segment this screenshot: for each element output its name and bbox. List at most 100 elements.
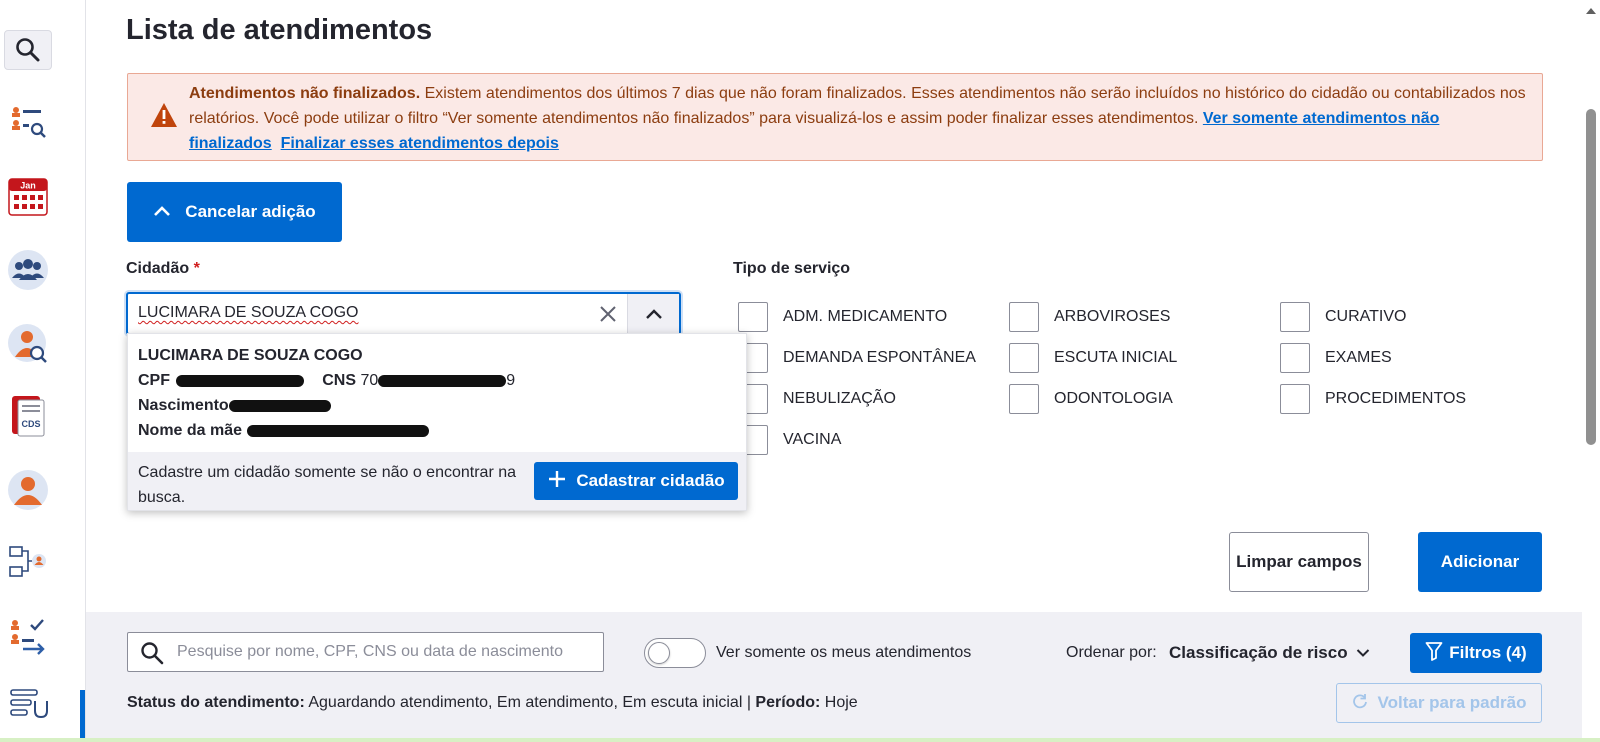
citizen-label: Cidadão *: [126, 260, 200, 278]
person-icon[interactable]: [6, 468, 50, 512]
toggle-knob: [648, 642, 670, 664]
service-checkbox[interactable]: ODONTOLOGIA: [1009, 384, 1173, 414]
stethoscope-list-icon[interactable]: [6, 684, 50, 728]
service-checkbox[interactable]: CURATIVO: [1280, 302, 1406, 332]
clear-fields-button[interactable]: Limpar campos: [1229, 532, 1369, 592]
calendar-icon[interactable]: Jan: [6, 174, 50, 218]
checkbox[interactable]: [1009, 384, 1039, 414]
my-appointments-toggle[interactable]: [644, 638, 706, 668]
svg-text:Jan: Jan: [20, 181, 36, 191]
alert-message: Atendimentos não finalizados. Existem at…: [189, 81, 1529, 156]
main-content: Lista de atendimentos Atendimentos não f…: [86, 0, 1582, 742]
chevron-up-icon[interactable]: [627, 294, 679, 333]
redacted-cpf: [176, 374, 305, 387]
status-value: Aguardando atendimento, Em atendimento, …: [304, 694, 743, 711]
register-hint: Cadastre um cidadão somente se não o enc…: [138, 464, 517, 506]
service-checkbox[interactable]: ESCUTA INICIAL: [1009, 343, 1177, 373]
add-button[interactable]: Adicionar: [1418, 532, 1542, 592]
checkbox[interactable]: [1009, 343, 1039, 373]
service-label: VACINA: [783, 431, 842, 448]
cns-label: CNS: [322, 372, 357, 389]
period-label: Período:: [755, 694, 821, 711]
separator: |: [742, 694, 756, 711]
citizen-field-value: LUCIMARA DE SOUZA COGO: [138, 304, 359, 321]
service-label: ESCUTA INICIAL: [1054, 349, 1178, 366]
cds-icon[interactable]: CDS: [6, 394, 50, 438]
service-label: ODONTOLOGIA: [1054, 390, 1173, 407]
refresh-icon: [1352, 693, 1368, 714]
order-by-select[interactable]: Classificação de risco: [1169, 643, 1370, 663]
cancel-add-button[interactable]: Cancelar adição: [127, 182, 342, 242]
search-input[interactable]: Pesquise por nome, CPF, CNS ou data de n…: [127, 632, 604, 672]
finish-later-link[interactable]: Finalizar esses atendimentos depois: [281, 135, 559, 152]
service-checkbox[interactable]: ADM. MEDICAMENTO: [738, 302, 947, 332]
service-checkbox[interactable]: VACINA: [738, 425, 841, 455]
dropdown-footer: Cadastre um cidadão somente se não o enc…: [128, 452, 746, 510]
filters-button[interactable]: Filtros (4): [1410, 633, 1542, 673]
filter-icon: [1425, 641, 1443, 666]
filter-bar: Pesquise por nome, CPF, CNS ou data de n…: [86, 612, 1582, 742]
service-checkbox[interactable]: DEMANDA ESPONTÂNEA: [738, 343, 976, 373]
checkbox[interactable]: [1280, 343, 1310, 373]
status-label: Status do atendimento:: [127, 694, 305, 711]
checkbox[interactable]: [1280, 384, 1310, 414]
close-icon[interactable]: [594, 300, 622, 328]
scrollbar-thumb[interactable]: [1586, 109, 1596, 445]
filters-label: Filtros (4): [1449, 643, 1527, 662]
flow-icon[interactable]: [6, 540, 50, 584]
patient-search-icon[interactable]: [6, 100, 50, 144]
unfinished-alert: Atendimentos não finalizados. Existem at…: [127, 73, 1543, 161]
cpf-label: CPF: [138, 372, 170, 389]
required-mark: *: [193, 260, 200, 277]
order-by-label: Ordenar por:: [1066, 644, 1157, 661]
period-value: Hoje: [820, 694, 858, 711]
citizen-field[interactable]: LUCIMARA DE SOUZA COGO: [126, 292, 681, 335]
search-icon: [140, 641, 164, 670]
reset-default-button[interactable]: Voltar para padrão: [1336, 683, 1542, 723]
service-label: NEBULIZAÇÃO: [783, 390, 896, 407]
bottom-strip: [0, 738, 1600, 742]
alert-title: Atendimentos não finalizados.: [189, 85, 421, 102]
page-title: Lista de atendimentos: [126, 14, 433, 46]
redacted-cns: [378, 374, 507, 387]
result-document-row: CPF CNS 70 9: [138, 372, 515, 390]
scroll-up-icon[interactable]: [1586, 8, 1596, 14]
cns-prefix: 70: [360, 372, 379, 389]
search-placeholder: Pesquise por nome, CPF, CNS ou data de n…: [177, 643, 563, 660]
checkbox[interactable]: [738, 302, 768, 332]
warning-icon: [150, 102, 178, 133]
result-citizen-name[interactable]: LUCIMARA DE SOUZA COGO: [138, 347, 363, 365]
page-scrollbar[interactable]: [1582, 0, 1600, 742]
redacted-birth: [228, 399, 331, 412]
group-icon[interactable]: [6, 248, 50, 292]
service-checkbox[interactable]: PROCEDIMENTOS: [1280, 384, 1466, 414]
checkbox[interactable]: [1280, 302, 1310, 332]
search-icon[interactable]: [4, 30, 52, 70]
mother-label: Nome da mãe: [138, 422, 243, 439]
checkbox[interactable]: [1009, 302, 1039, 332]
citizen-dropdown[interactable]: LUCIMARA DE SOUZA COGO CPF CNS 70 9 Nasci…: [127, 333, 747, 511]
result-birth-row: Nascimento: [138, 397, 331, 415]
cns-suffix: 9: [506, 372, 516, 389]
checklist-icon[interactable]: [6, 614, 50, 658]
plus-icon: [547, 469, 567, 494]
chevron-down-icon: [1356, 643, 1370, 663]
register-citizen-label: Cadastrar cidadão: [576, 471, 725, 490]
citizen-label-text: Cidadão: [126, 260, 190, 277]
service-checkbox[interactable]: ARBOVIROSES: [1009, 302, 1170, 332]
birth-label: Nascimento: [138, 397, 229, 414]
redacted-mother: [246, 424, 429, 437]
active-filters-summary: Status do atendimento: Aguardando atendi…: [127, 694, 858, 712]
service-checkbox[interactable]: NEBULIZAÇÃO: [738, 384, 896, 414]
service-label: ARBOVIROSES: [1054, 308, 1171, 325]
register-citizen-button[interactable]: Cadastrar cidadão: [534, 462, 738, 500]
citizen-search-icon[interactable]: [6, 322, 50, 366]
reset-default-label: Voltar para padrão: [1377, 693, 1527, 712]
service-checkbox[interactable]: EXAMES: [1280, 343, 1392, 373]
my-appointments-label: Ver somente os meus atendimentos: [716, 644, 972, 661]
svg-text:CDS: CDS: [21, 419, 40, 429]
service-label: PROCEDIMENTOS: [1325, 390, 1467, 407]
result-mother-row: Nome da mãe: [138, 422, 429, 440]
service-label: EXAMES: [1325, 349, 1392, 366]
sidebar: Jan CDS: [0, 0, 86, 742]
